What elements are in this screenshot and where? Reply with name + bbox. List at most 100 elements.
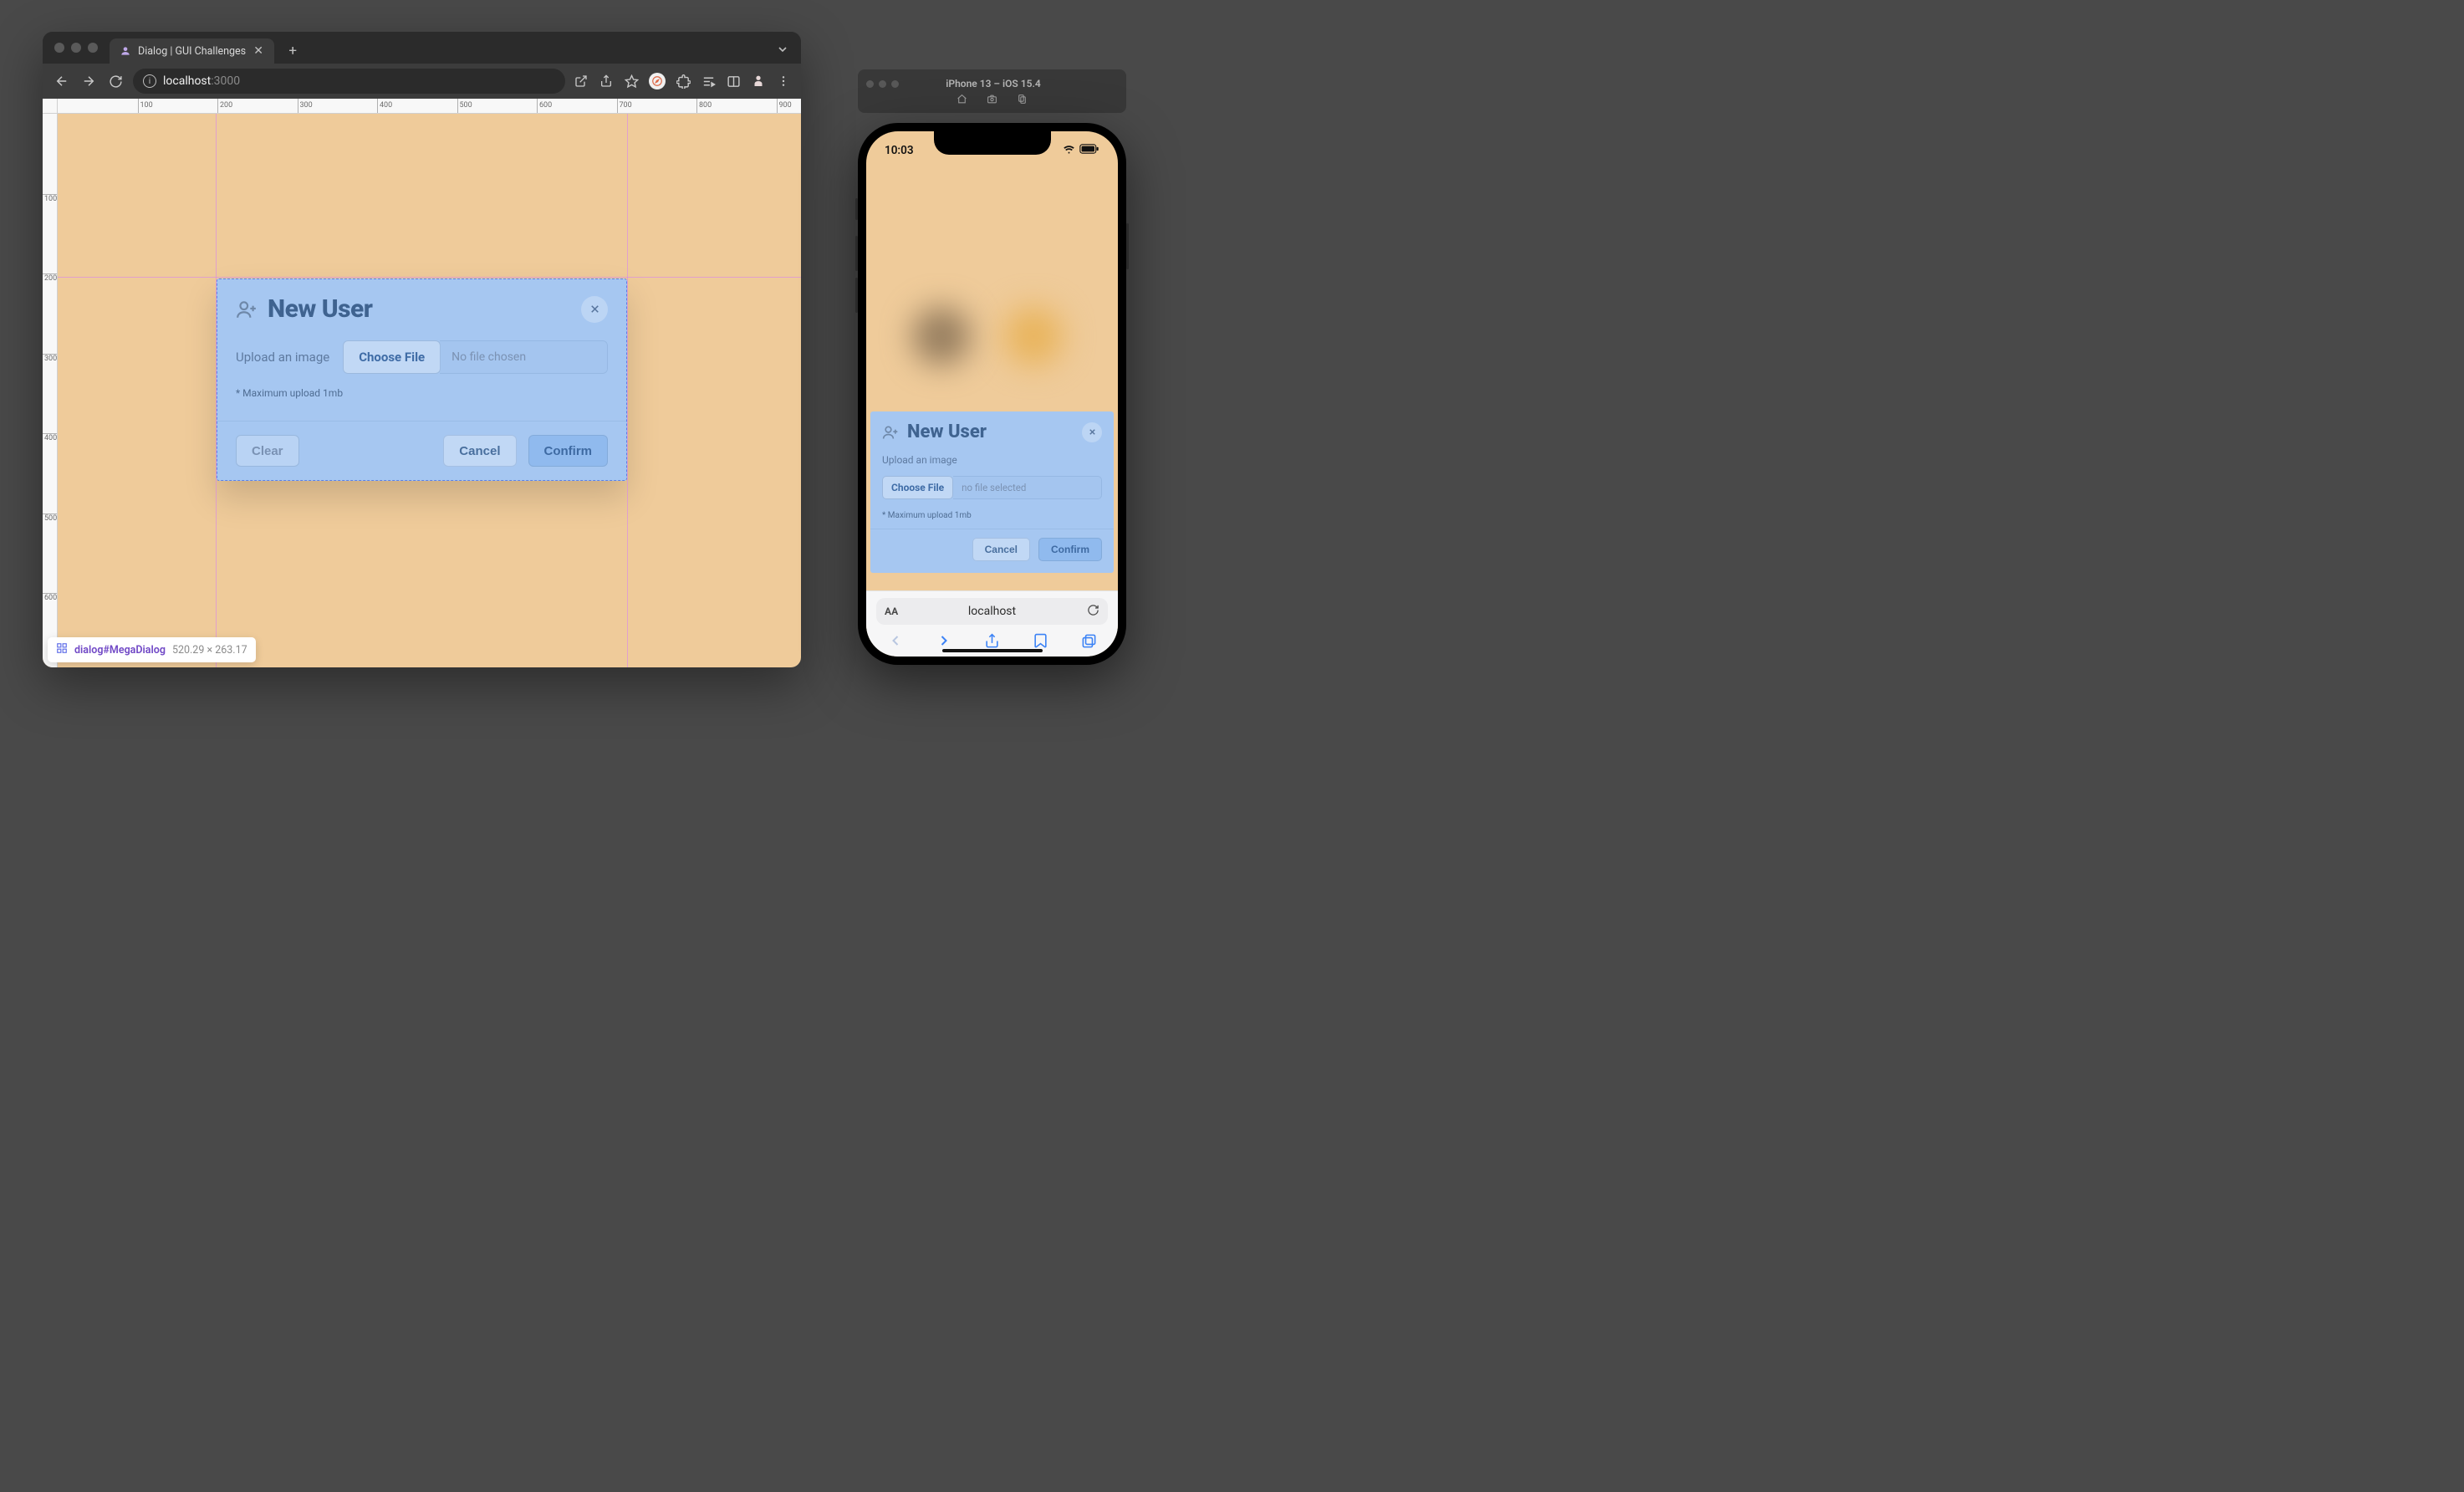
browser-tab[interactable]: Dialog | GUI Challenges ✕	[110, 38, 274, 64]
cancel-button[interactable]: Cancel	[972, 538, 1030, 561]
nav-back-button[interactable]	[53, 72, 71, 90]
add-user-icon	[236, 299, 258, 320]
add-user-icon	[882, 424, 899, 441]
devtools-element-chip[interactable]: dialog#MegaDialog 520.29 × 263.17	[48, 637, 256, 662]
profile-avatar-icon[interactable]	[751, 74, 766, 89]
dialog-title: New User	[268, 294, 372, 324]
ruler-vertical[interactable]: 100 200 300 400 500 600	[43, 99, 58, 667]
share-icon[interactable]	[599, 74, 614, 89]
ruler-tick: 600	[43, 593, 57, 602]
ruler-tick: 500	[43, 514, 57, 523]
simulator-screenshot-icon[interactable]	[987, 93, 998, 105]
phone-page-content: New User Upload an image Choose File no …	[866, 165, 1118, 590]
safari-bottom-bar: AA localhost	[866, 590, 1118, 657]
ruler-tick: 800	[696, 99, 712, 113]
confirm-button[interactable]: Confirm	[1038, 538, 1102, 561]
traffic-close-icon[interactable]	[54, 43, 64, 53]
address-bar[interactable]: i localhost:3000	[133, 69, 565, 94]
ruler-tick: 600	[537, 99, 552, 113]
nav-reload-button[interactable]	[106, 72, 125, 90]
mega-dialog: New User Upload an image Choose File No …	[217, 278, 627, 481]
iphone-device-frame: 10:03 New User	[858, 123, 1126, 665]
ruler-tick: 900	[777, 99, 792, 113]
blurred-blob	[1004, 307, 1063, 365]
phone-volume-down	[855, 278, 858, 313]
guideline-horizontal	[58, 277, 801, 278]
url-port: :3000	[211, 74, 240, 88]
bookmark-star-icon[interactable]	[624, 74, 639, 89]
grid-icon	[56, 642, 68, 657]
inspector-dimensions: 520.29 × 263.17	[172, 644, 247, 657]
toolbar-action-icons	[574, 73, 791, 89]
dialog-body: Upload an image Choose File No file chos…	[217, 335, 626, 421]
reload-button[interactable]	[1087, 604, 1099, 620]
file-status-text: no file selected	[953, 476, 1102, 499]
page-viewport: 100 200 300 400 500 600 700 800 900 100 200 300 400…	[43, 99, 801, 667]
ruler-tick: 200	[217, 99, 232, 113]
safari-back-button[interactable]	[886, 631, 905, 650]
dialog-footer: Clear Cancel Confirm	[217, 422, 626, 480]
chrome-browser-window: Dialog | GUI Challenges ✕ + i localhost:…	[43, 32, 801, 667]
site-info-icon[interactable]: i	[143, 74, 156, 88]
clear-button[interactable]: Clear	[236, 435, 299, 467]
simulator-home-icon[interactable]	[957, 93, 968, 105]
nav-forward-button[interactable]	[79, 72, 98, 90]
tab-close-button[interactable]: ✕	[253, 45, 264, 57]
file-status-text: No file chosen	[440, 340, 608, 374]
traffic-close-icon[interactable]	[866, 80, 874, 88]
simulator-traffic-lights[interactable]	[866, 80, 899, 88]
url-host: localhost	[163, 74, 211, 88]
ruler-tick: 100	[43, 194, 57, 203]
new-tab-button[interactable]: +	[283, 41, 303, 61]
traffic-zoom-icon[interactable]	[891, 80, 899, 88]
simulator-rotate-icon[interactable]	[1017, 93, 1028, 105]
file-input-group: Choose File No file chosen	[343, 340, 608, 374]
traffic-minimize-icon[interactable]	[71, 43, 81, 53]
safari-share-button[interactable]	[983, 631, 1002, 650]
confirm-button[interactable]: Confirm	[528, 435, 609, 467]
home-indicator[interactable]	[942, 649, 1043, 653]
dialog-close-button[interactable]	[1082, 422, 1102, 442]
tab-title: Dialog | GUI Challenges	[138, 45, 246, 58]
ruler-tick: 700	[617, 99, 632, 113]
safari-forward-button[interactable]	[935, 631, 953, 650]
dialog-title: New User	[907, 422, 987, 442]
safari-tabs-button[interactable]	[1079, 631, 1098, 650]
upload-label: Upload an image	[236, 350, 329, 365]
choose-file-button[interactable]: Choose File	[343, 340, 441, 374]
open-external-icon[interactable]	[574, 74, 589, 89]
mega-dialog-mobile: New User Upload an image Choose File no …	[870, 411, 1114, 573]
media-playlist-icon[interactable]	[701, 74, 716, 89]
kebab-menu-icon[interactable]	[776, 74, 791, 89]
safari-address-bar[interactable]: AA localhost	[876, 598, 1108, 625]
panel-toggle-icon[interactable]	[726, 74, 741, 89]
status-time: 10:03	[885, 144, 914, 157]
chrome-toolbar: i localhost:3000	[43, 64, 801, 99]
text-size-button[interactable]: AA	[885, 605, 898, 617]
simulator-title-bar: iPhone 13 – iOS 15.4	[858, 69, 1126, 113]
phone-mute-switch	[855, 198, 858, 220]
traffic-minimize-icon[interactable]	[879, 80, 886, 88]
window-traffic-lights[interactable]	[54, 43, 98, 53]
ruler-tick: 300	[43, 354, 57, 363]
tabs-dropdown-icon[interactable]	[776, 43, 789, 59]
ruler-tick: 500	[457, 99, 472, 113]
ruler-tick: 100	[138, 99, 153, 113]
dialog-close-button[interactable]	[581, 296, 608, 323]
chrome-title-bar: Dialog | GUI Challenges ✕ +	[43, 32, 801, 64]
upload-label: Upload an image	[870, 451, 1114, 469]
iphone-notch	[934, 131, 1051, 155]
ruler-tick: 200	[43, 273, 57, 283]
safari-bookmarks-button[interactable]	[1031, 631, 1049, 650]
choose-file-button[interactable]: Choose File	[882, 476, 953, 499]
ios-simulator: iPhone 13 – iOS 15.4 10:03	[858, 69, 1126, 665]
simulator-title: iPhone 13 – iOS 15.4	[907, 78, 1079, 89]
traffic-zoom-icon[interactable]	[88, 43, 98, 53]
cancel-button[interactable]: Cancel	[443, 435, 516, 467]
ruler-tick: 400	[43, 433, 57, 442]
inspector-selector: dialog#MegaDialog	[74, 644, 166, 657]
ruler-horizontal[interactable]: 100200300400500600700800900	[43, 99, 801, 114]
extensions-puzzle-icon[interactable]	[676, 74, 691, 89]
blurred-blob	[912, 307, 971, 365]
extension-compass-icon[interactable]	[649, 73, 666, 89]
